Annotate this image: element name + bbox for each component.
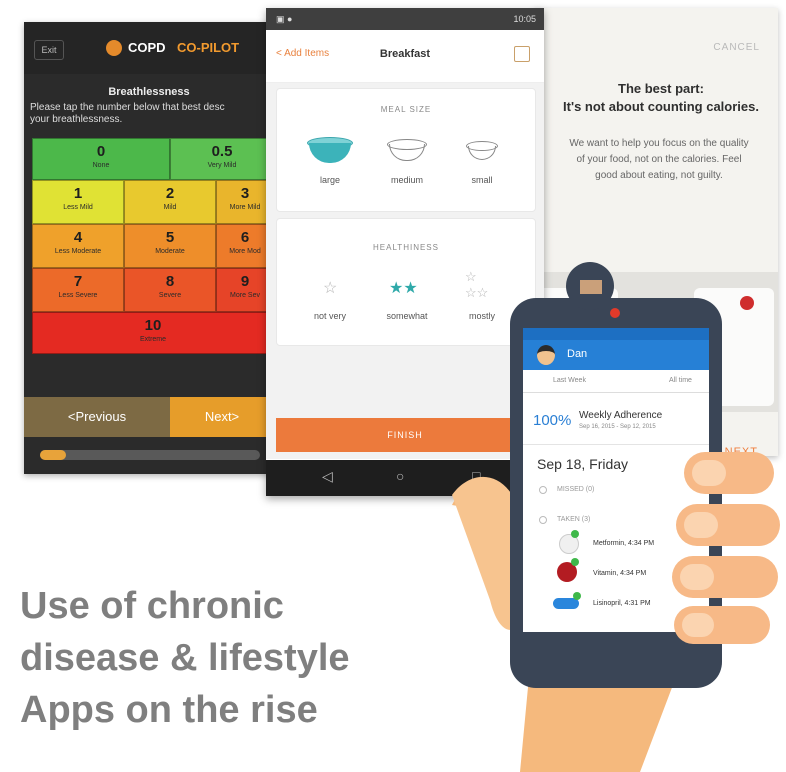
- headline-line2: disease & lifestyle: [20, 637, 350, 679]
- headline-line1: Use of chronic: [20, 585, 284, 627]
- finger-4: [674, 606, 770, 644]
- finger-3: [672, 556, 778, 598]
- finger-2: [676, 504, 780, 546]
- headline-line3: Apps on the rise: [20, 689, 318, 731]
- headline: Use of chronic disease & lifestyle Apps …: [20, 580, 450, 736]
- finger-1: [684, 452, 774, 494]
